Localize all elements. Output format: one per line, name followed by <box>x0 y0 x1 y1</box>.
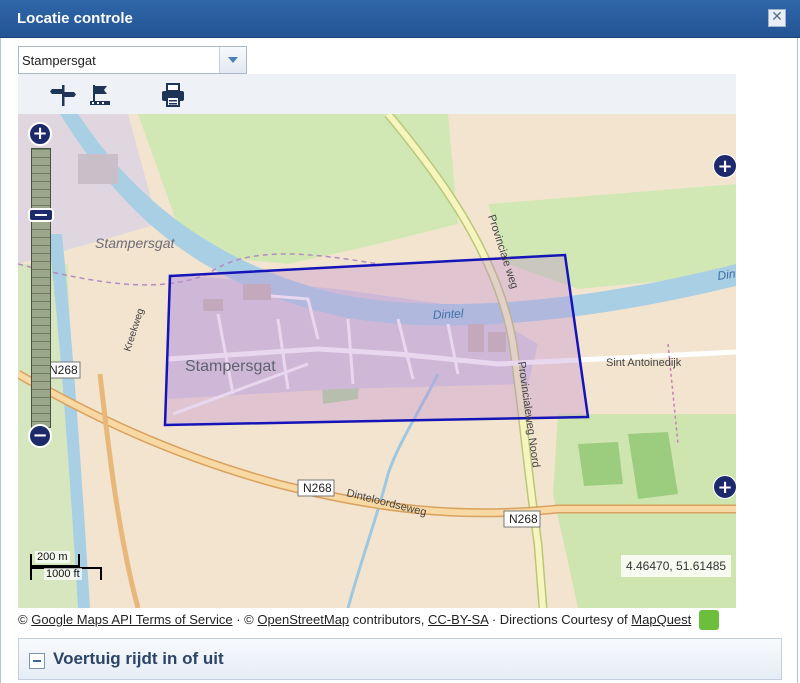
zoom-in-icon[interactable]: + <box>28 122 52 146</box>
map-view[interactable]: Stampersgat Stampersgat Dintel Dintel Pr… <box>18 114 736 608</box>
label-n268-mid: N268 <box>303 481 332 495</box>
contributors-text: contributors, <box>352 612 425 627</box>
close-icon[interactable]: ✕ <box>768 9 786 27</box>
location-select-value: Stampersgat <box>22 53 96 68</box>
mapquest-link[interactable]: MapQuest <box>631 612 691 627</box>
label-n268-right: N268 <box>509 512 538 526</box>
zoom-slider-handle[interactable] <box>28 208 54 222</box>
copyright-symbol: © <box>244 612 254 627</box>
location-select[interactable]: Stampersgat <box>18 46 247 74</box>
map-attribution: © Google Maps API Terms of Service · © O… <box>18 608 736 634</box>
map-scale: 200 m 1000 ft <box>30 551 110 586</box>
separator: · <box>491 612 497 627</box>
flag-icon[interactable] <box>88 82 114 108</box>
separator: · <box>236 612 241 627</box>
label-stampersgat-main: Stampersgat <box>185 358 276 375</box>
mapquest-logo-icon <box>698 609 719 630</box>
expand-bottom-icon[interactable]: + <box>713 475 736 499</box>
map-coordinates: 4.46470, 51.61485 <box>621 555 732 577</box>
google-terms-link[interactable]: Google Maps API Terms of Service <box>31 612 232 627</box>
osm-link[interactable]: OpenStreetMap <box>257 612 349 627</box>
vehicle-panel-title: Voertuig rijdt in of uit <box>53 649 224 668</box>
label-stampersgat-top: Stampersgat <box>95 235 175 251</box>
directions-text: Directions Courtesy of <box>499 612 628 627</box>
dialog-titlebar: Locatie controle ✕ <box>0 0 800 38</box>
scale-imperial: 1000 ft <box>44 568 82 580</box>
printer-icon[interactable] <box>160 82 186 108</box>
expand-top-icon[interactable]: + <box>713 154 736 178</box>
map-canvas: Stampersgat Stampersgat Dintel Dintel Pr… <box>18 114 736 608</box>
zoom-control: + − <box>28 122 54 452</box>
license-link[interactable]: CC-BY-SA <box>428 612 488 627</box>
scale-metric: 200 m <box>35 551 70 563</box>
vehicle-panel-header[interactable]: Voertuig rijdt in of uit <box>18 638 782 680</box>
dialog-title: Locatie controle <box>17 10 133 27</box>
label-dintel: Dintel <box>432 306 464 322</box>
signpost-icon[interactable] <box>50 82 76 108</box>
zoom-slider-track[interactable] <box>31 148 51 428</box>
collapse-icon[interactable] <box>29 653 45 669</box>
chevron-down-icon[interactable] <box>219 47 246 73</box>
label-sint-antoinedijk: Sint Antoinedijk <box>606 357 682 369</box>
zoom-out-icon[interactable]: − <box>28 424 52 448</box>
map-toolbar <box>18 74 736 114</box>
copyright-symbol: © <box>18 612 28 627</box>
